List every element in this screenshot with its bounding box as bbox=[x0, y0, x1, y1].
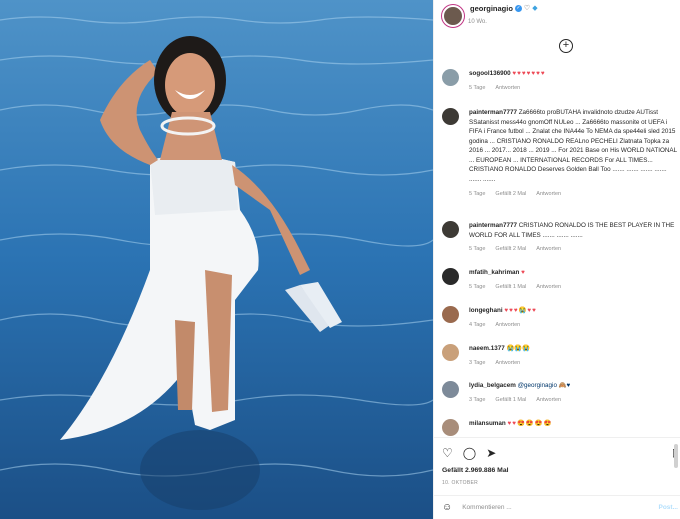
comment-age: 5 Tage bbox=[469, 246, 486, 252]
comment-age: 3 Tage bbox=[469, 359, 486, 366]
comment-item: painterman7777 Za6666to proBUTAHA invali… bbox=[442, 108, 678, 197]
comment-emoji: ♥♥♥😭♥♥ bbox=[504, 307, 537, 314]
comment-meta: 3 Tage Gefällt 1 Mal Antworten bbox=[469, 397, 678, 403]
comment-emoji: ♥ bbox=[521, 269, 526, 276]
comment-age: 5 Tage bbox=[469, 191, 486, 197]
commenter-avatar[interactable] bbox=[442, 69, 459, 86]
commenter-avatar[interactable] bbox=[442, 344, 459, 361]
reply-link[interactable]: Antworten bbox=[536, 284, 561, 290]
comment-meta: 5 Tage Antworten bbox=[469, 85, 678, 91]
comment-age: 5 Tage bbox=[469, 283, 486, 290]
comment-likes[interactable]: Gefällt 2 Mal bbox=[495, 246, 526, 252]
comment-likes[interactable]: Gefällt 1 Mal bbox=[495, 284, 526, 290]
comment-item: longeghani ♥♥♥😭♥♥ 4 Tage Antworten bbox=[442, 306, 678, 328]
comment-meta: 3 Tage Antworten bbox=[469, 360, 678, 366]
comment-item: sogool136900 ♥♥♥♥♥♥♥ 5 Tage Antworten bbox=[442, 69, 678, 91]
comment-meta: 5 Tage Gefällt 2 Mal Antworten bbox=[469, 191, 678, 197]
comment-meta: 4 Tage Antworten bbox=[469, 322, 678, 328]
reply-link[interactable]: Antworten bbox=[495, 360, 520, 366]
commenter-username[interactable]: naeem.1377 bbox=[469, 345, 505, 352]
post-date: 10. OKTOBER bbox=[442, 480, 478, 486]
commenter-avatar[interactable] bbox=[442, 381, 459, 398]
commenter-username[interactable]: lydia_belgacem bbox=[469, 382, 516, 389]
share-send-icon[interactable]: ➤ bbox=[486, 446, 496, 460]
poster-avatar[interactable] bbox=[442, 5, 464, 27]
comment-emoji: ♥♥😍😍😍😍 bbox=[507, 420, 553, 427]
instagram-post-view: georginagio ✓ ♡ ◆ 10 Wo. + sogool136900 … bbox=[0, 0, 680, 519]
commenter-avatar[interactable] bbox=[442, 306, 459, 323]
comment-item: lydia_belgacem @georginagio 🙈♥ 3 Tage Ge… bbox=[442, 381, 678, 403]
comment-text: painterman7777 Za6666to proBUTAHA invali… bbox=[469, 108, 678, 184]
load-more-comments-icon[interactable]: + bbox=[559, 39, 573, 53]
commenter-avatar[interactable] bbox=[442, 221, 459, 238]
reply-link[interactable]: Antworten bbox=[536, 191, 561, 197]
post-actions: ♡ ◯ ➤ bbox=[442, 446, 496, 460]
commenter-avatar[interactable] bbox=[442, 108, 459, 125]
comment-age: 5 Tage bbox=[469, 84, 486, 91]
reply-link[interactable]: Antworten bbox=[536, 397, 561, 403]
commenter-avatar[interactable] bbox=[442, 268, 459, 285]
comment-likes[interactable]: Gefällt 2 Mal bbox=[495, 191, 526, 197]
commenter-username[interactable]: mfatih_kahriman bbox=[469, 269, 519, 276]
verified-badge-icon: ✓ bbox=[514, 4, 522, 12]
emoji-picker-icon[interactable]: ☺ bbox=[442, 502, 452, 513]
post-time: 10 Wo. bbox=[468, 19, 487, 25]
comment-emoji: ♥♥♥♥♥♥♥ bbox=[512, 70, 546, 77]
post-photo[interactable] bbox=[0, 0, 433, 519]
comment-item: naeem.1377 😭😭😭 3 Tage Antworten bbox=[442, 344, 678, 366]
like-heart-icon[interactable]: ♡ bbox=[442, 446, 453, 460]
comment-text: longeghani ♥♥♥😭♥♥ bbox=[469, 306, 678, 316]
comment-body: @georginagio 🙈♥ bbox=[517, 382, 571, 389]
post-header: georginagio ✓ ♡ ◆ bbox=[442, 0, 538, 27]
commenter-username[interactable]: painterman7777 bbox=[469, 222, 517, 229]
reply-link[interactable]: Antworten bbox=[495, 85, 520, 91]
comment-bubble-icon[interactable]: ◯ bbox=[463, 446, 476, 460]
actions-divider bbox=[434, 437, 680, 438]
comment-likes[interactable]: Gefällt 1 Mal bbox=[495, 397, 526, 403]
comment-item: milansuman ♥♥😍😍😍😍 bbox=[442, 419, 678, 436]
comment-text: milansuman ♥♥😍😍😍😍 bbox=[469, 419, 678, 429]
reply-link[interactable]: Antworten bbox=[536, 246, 561, 252]
comment-box-divider bbox=[434, 495, 680, 496]
comment-text: painterman7777 CRISTIANO RONALDO IS THE … bbox=[469, 221, 678, 240]
reply-link[interactable]: Antworten bbox=[495, 322, 520, 328]
likes-count[interactable]: Gefällt 2.969.886 Mal bbox=[442, 467, 509, 474]
scrollbar[interactable] bbox=[674, 444, 678, 468]
post-sidebar: georginagio ✓ ♡ ◆ 10 Wo. + sogool136900 … bbox=[433, 0, 680, 519]
comment-text: mfatih_kahriman ♥ bbox=[469, 268, 678, 278]
comment-emoji: 😭😭😭 bbox=[506, 345, 530, 352]
comment-text: lydia_belgacem @georginagio 🙈♥ bbox=[469, 381, 678, 391]
comment-item: painterman7777 CRISTIANO RONALDO IS THE … bbox=[442, 221, 678, 252]
commenter-username[interactable]: painterman7777 bbox=[469, 109, 517, 116]
comment-input[interactable] bbox=[460, 503, 645, 512]
comment-body: Za6666to proBUTAHA invalidnoto dzudze AU… bbox=[469, 109, 677, 183]
comment-text: naeem.1377 😭😭😭 bbox=[469, 344, 678, 354]
comment-age: 3 Tage bbox=[469, 396, 486, 403]
poster-username[interactable]: georginagio bbox=[470, 4, 513, 13]
post-comment-button[interactable]: Post... bbox=[658, 504, 678, 511]
beach-photo-illustration bbox=[0, 0, 433, 519]
commenter-avatar[interactable] bbox=[442, 419, 459, 436]
heart-outline-icon: ♡ bbox=[523, 5, 531, 12]
commenter-username[interactable]: milansuman bbox=[469, 420, 506, 427]
comment-age: 4 Tage bbox=[469, 321, 486, 328]
comment-box: ☺ Post... bbox=[442, 502, 678, 513]
comment-meta: 5 Tage Gefällt 1 Mal Antworten bbox=[469, 284, 678, 290]
commenter-username[interactable]: sogool136900 bbox=[469, 70, 511, 77]
diamond-icon: ◆ bbox=[532, 5, 538, 12]
comment-text: sogool136900 ♥♥♥♥♥♥♥ bbox=[469, 69, 678, 79]
comment-item: mfatih_kahriman ♥ 5 Tage Gefällt 1 Mal A… bbox=[442, 268, 678, 290]
commenter-username[interactable]: longeghani bbox=[469, 307, 503, 314]
comment-meta: 5 Tage Gefällt 2 Mal Antworten bbox=[469, 246, 678, 252]
